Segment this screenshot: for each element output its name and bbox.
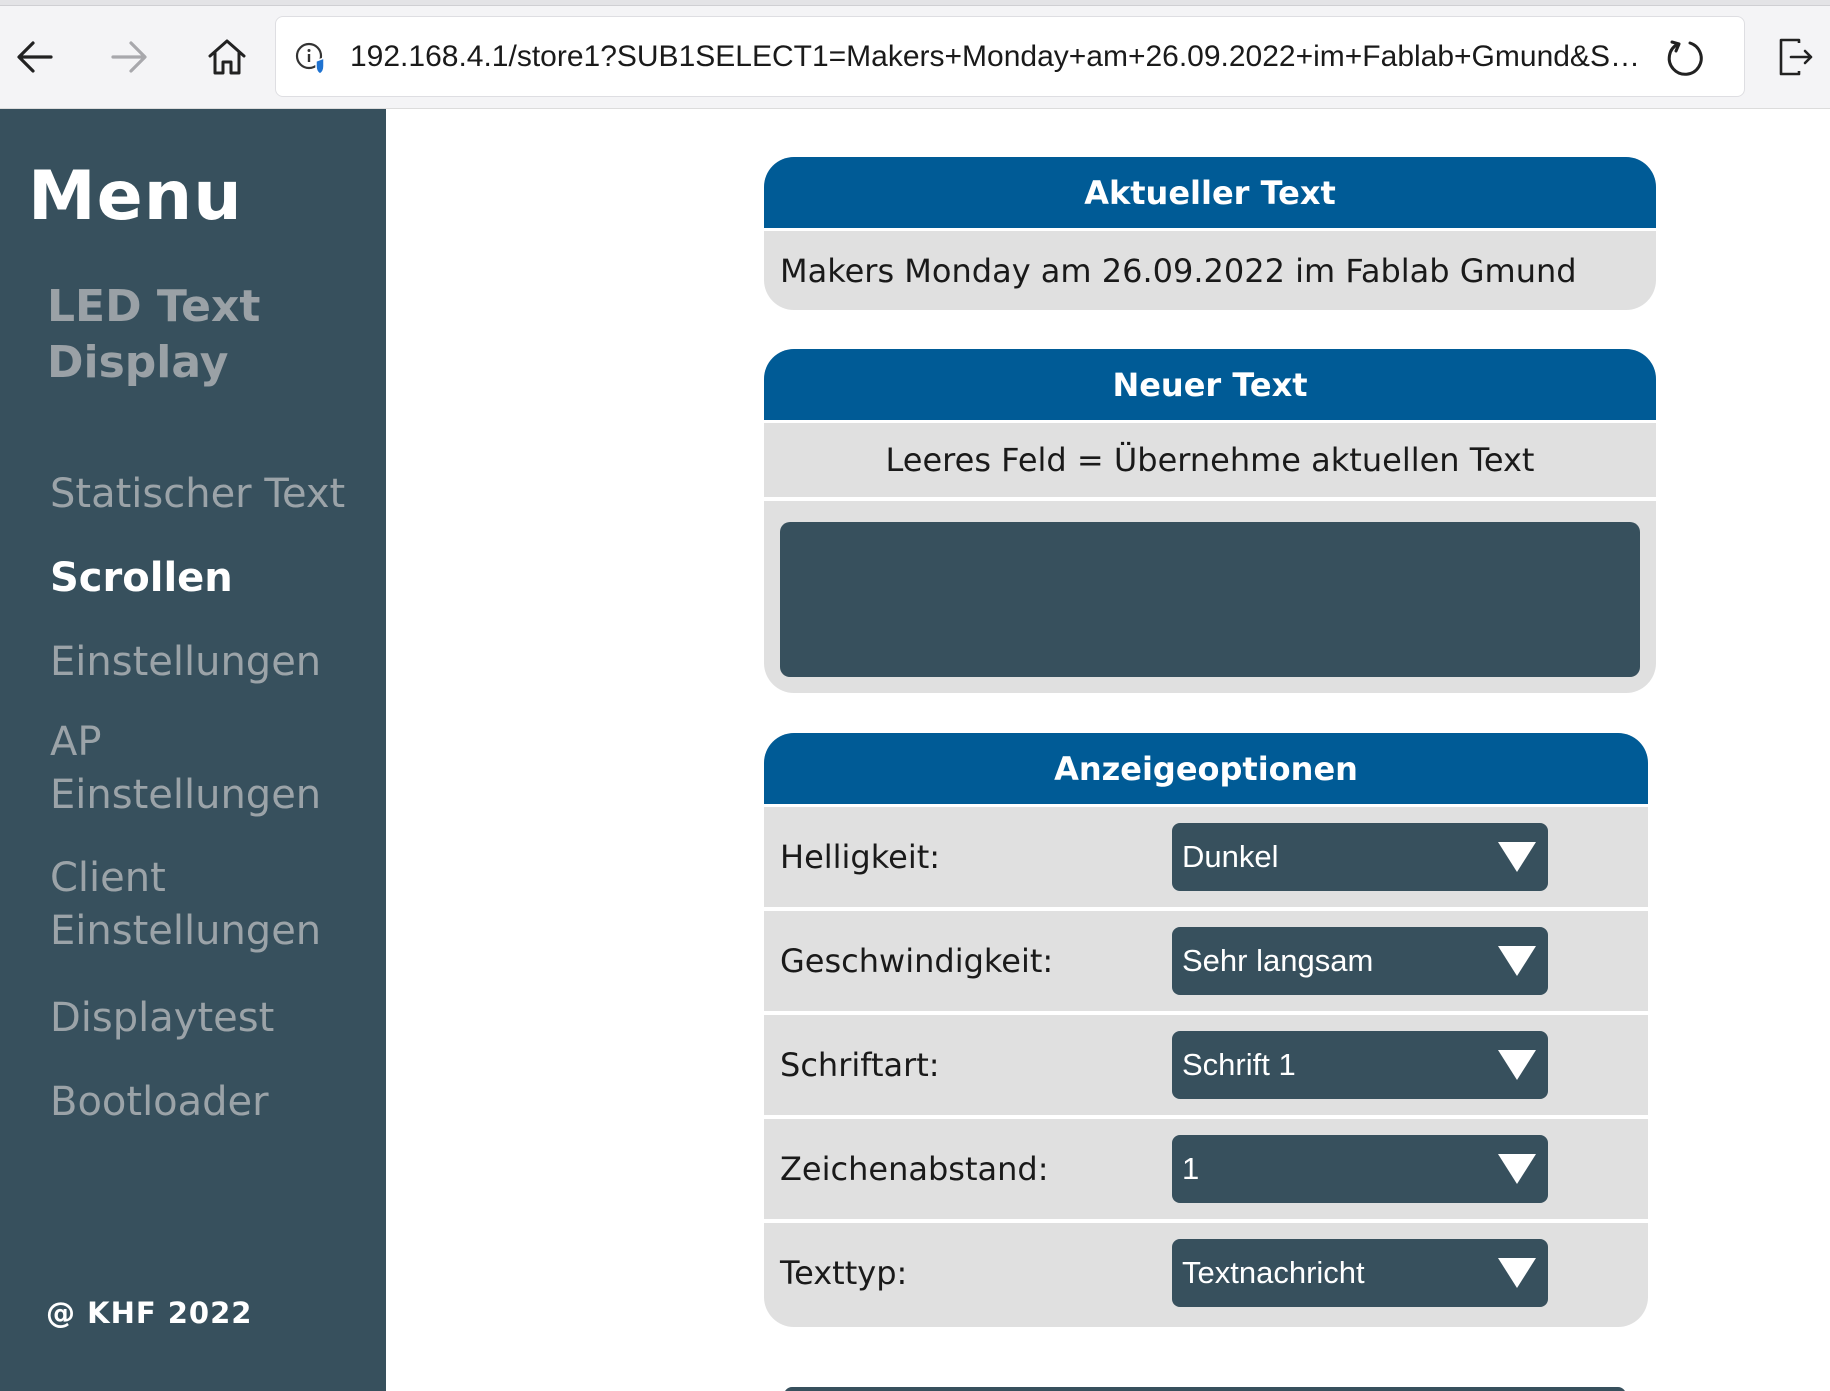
option-row-speed: Geschwindigkeit: Sehr langsam: [764, 911, 1648, 1015]
url-text[interactable]: 192.168.4.1/store1?SUB1SELECT1=Makers+Mo…: [350, 37, 1650, 77]
display-options-panel: Anzeigeoptionen Helligkeit: Dunkel Gesch…: [764, 733, 1648, 1327]
new-text-header: Neuer Text: [764, 349, 1656, 423]
dropdown-arrow-icon: [1498, 1050, 1536, 1080]
brightness-label: Helligkeit:: [780, 838, 941, 876]
app-title: LED Text Display: [47, 281, 261, 388]
sidebar-item-ap-einstellungen[interactable]: AP Einstellungen: [50, 716, 370, 852]
speed-value: Sehr langsam: [1182, 943, 1374, 978]
brightness-value: Dunkel: [1182, 839, 1279, 874]
new-text-input[interactable]: [780, 522, 1640, 677]
reload-icon: [1667, 40, 1703, 76]
char-spacing-select[interactable]: 1: [1172, 1135, 1548, 1203]
dropdown-arrow-icon: [1498, 1258, 1536, 1288]
speed-select[interactable]: Sehr langsam: [1172, 927, 1548, 995]
browser-toolbar: 192.168.4.1/store1?SUB1SELECT1=Makers+Mo…: [0, 0, 1830, 109]
tab-strip: [0, 0, 1830, 6]
info-shield-icon[interactable]: [294, 41, 330, 77]
home-button[interactable]: [192, 22, 262, 92]
sidebar-item-scrollen[interactable]: Scrollen: [50, 548, 370, 632]
arrow-left-icon: [17, 41, 53, 73]
option-row-font: Schriftart: Schrift 1: [764, 1015, 1648, 1119]
address-bar[interactable]: 192.168.4.1/store1?SUB1SELECT1=Makers+Mo…: [275, 16, 1745, 97]
char-spacing-label: Zeichenabstand:: [780, 1150, 1049, 1188]
dropdown-arrow-icon: [1498, 842, 1536, 872]
back-button[interactable]: [0, 22, 70, 92]
sidebar-item-client-einstellungen[interactable]: Client Einstellungen: [50, 852, 370, 988]
sidebar-item-displaytest[interactable]: Displaytest: [50, 988, 370, 1072]
sidebar-item-bootloader[interactable]: Bootloader: [50, 1072, 370, 1156]
font-select[interactable]: Schrift 1: [1172, 1031, 1548, 1099]
new-text-hint: Leeres Feld = Übernehme aktuellen Text: [764, 423, 1656, 501]
current-text-panel: Aktueller Text Makers Monday am 26.09.20…: [764, 157, 1656, 310]
brightness-select[interactable]: Dunkel: [1172, 823, 1548, 891]
option-row-brightness: Helligkeit: Dunkel: [764, 807, 1648, 911]
reload-button[interactable]: [1662, 35, 1708, 81]
exit-button[interactable]: [1765, 22, 1825, 92]
current-text-value: Makers Monday am 26.09.2022 im Fablab Gm…: [780, 252, 1577, 290]
forward-button[interactable]: [94, 22, 164, 92]
text-type-value: Textnachricht: [1182, 1255, 1365, 1290]
text-type-select[interactable]: Textnachricht: [1172, 1239, 1548, 1307]
font-value: Schrift 1: [1182, 1047, 1296, 1082]
new-text-panel: Neuer Text Leeres Feld = Übernehme aktue…: [764, 349, 1656, 693]
display-options-header: Anzeigeoptionen: [764, 733, 1648, 807]
speed-label: Geschwindigkeit:: [780, 942, 1054, 980]
char-spacing-value: 1: [1182, 1151, 1200, 1186]
arrow-right-icon: [111, 41, 147, 73]
font-label: Schriftart:: [780, 1046, 940, 1084]
sidebar-nav: Statischer Text Scrollen Einstellungen A…: [50, 464, 370, 1156]
dropdown-arrow-icon: [1498, 946, 1536, 976]
exit-icon: [1779, 38, 1813, 76]
dropdown-arrow-icon: [1498, 1154, 1536, 1184]
sidebar-item-statischer-text[interactable]: Statischer Text: [50, 464, 370, 548]
sidebar-item-einstellungen[interactable]: Einstellungen: [50, 632, 370, 716]
next-panel-edge: [784, 1387, 1626, 1391]
menu-title: Menu: [28, 157, 243, 236]
text-type-label: Texttyp:: [780, 1254, 908, 1292]
current-text-header: Aktueller Text: [764, 157, 1656, 231]
home-icon: [208, 39, 246, 75]
sidebar: Menu LED Text Display Statischer Text Sc…: [0, 109, 386, 1391]
option-row-char-spacing: Zeichenabstand: 1: [764, 1119, 1648, 1223]
option-row-text-type: Texttyp: Textnachricht: [764, 1223, 1648, 1327]
copyright-text: @ KHF 2022: [46, 1296, 253, 1330]
